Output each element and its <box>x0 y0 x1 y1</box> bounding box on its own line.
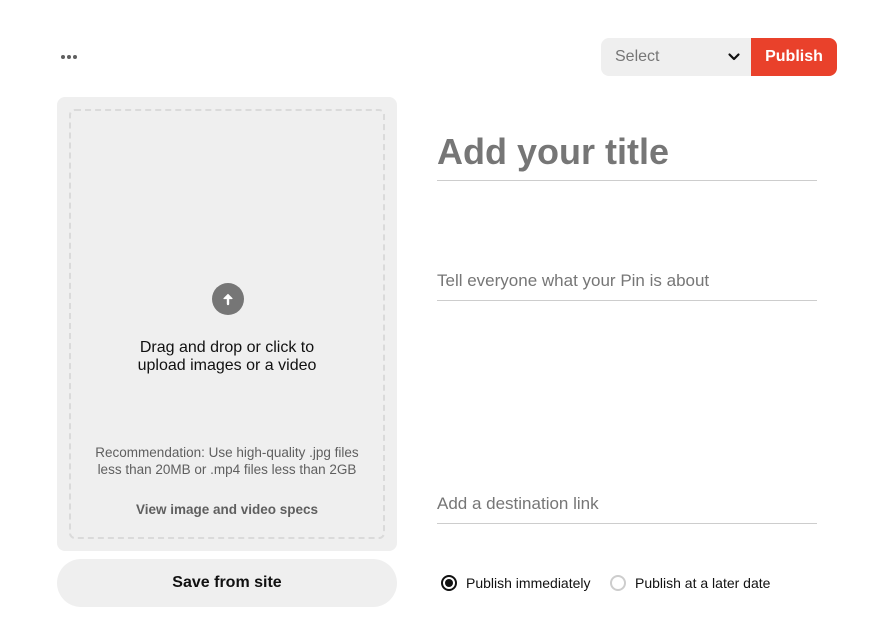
upload-instruction-line-1: Drag and drop or click to <box>139 339 315 356</box>
more-options-button[interactable] <box>56 44 82 70</box>
title-field[interactable]: Add your title <box>437 126 817 181</box>
destination-link-placeholder: Add a destination link <box>437 494 599 513</box>
upload-dropzone[interactable]: Drag and drop or click to upload images … <box>69 109 385 539</box>
description-placeholder: Tell everyone what your Pin is about <box>437 271 710 290</box>
publish-immediately-label: Publish immediately <box>466 575 591 591</box>
publish-later-option[interactable]: Publish at a later date <box>610 573 770 593</box>
publish-immediately-radio[interactable] <box>441 575 457 591</box>
publish-later-label: Publish at a later date <box>635 575 771 591</box>
upload-panel: Drag and drop or click to upload images … <box>57 97 397 551</box>
upload-instruction-line-2: upload images or a video <box>137 357 317 374</box>
publish-button[interactable]: Publish <box>751 38 837 76</box>
arrow-up-circle-icon <box>212 283 244 315</box>
upload-instructions: Drag and drop or click to upload images … <box>71 339 383 375</box>
title-placeholder: Add your title <box>437 131 669 172</box>
save-from-site-button[interactable]: Save from site <box>57 559 397 607</box>
upload-recommendation: Recommendation: Use high-quality .jpg fi… <box>95 445 359 477</box>
description-field[interactable]: Tell everyone what your Pin is about <box>437 264 817 301</box>
publish-immediately-option[interactable]: Publish immediately <box>441 573 591 593</box>
view-specs-link[interactable]: View image and video specs <box>71 502 383 517</box>
chevron-down-icon <box>728 53 740 61</box>
destination-link-field[interactable]: Add a destination link <box>437 487 817 524</box>
board-select[interactable]: Select <box>601 38 751 76</box>
publish-later-radio[interactable] <box>610 575 626 591</box>
